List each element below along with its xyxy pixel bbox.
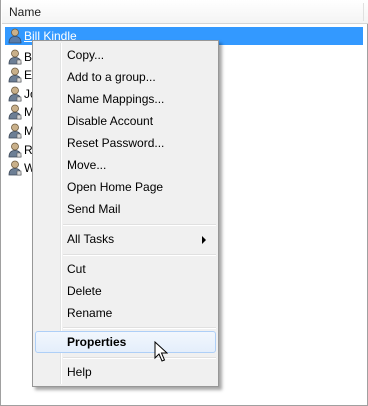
list-item-label: E xyxy=(24,68,33,82)
user-icon xyxy=(8,49,22,65)
menu-separator xyxy=(63,357,216,359)
menu-separator xyxy=(63,327,216,329)
menu-item-all-tasks[interactable]: All Tasks xyxy=(35,228,216,250)
chevron-right-icon xyxy=(202,236,206,244)
mouse-pointer-icon xyxy=(154,341,168,362)
menu-item-add-to-group[interactable]: Add to a group... xyxy=(35,66,216,88)
user-icon xyxy=(8,28,22,44)
menu-item-reset-password[interactable]: Reset Password... xyxy=(35,132,216,154)
menu-item-rename[interactable]: Rename xyxy=(35,302,216,324)
user-icon xyxy=(8,142,22,158)
column-header-name[interactable]: Name xyxy=(2,0,368,24)
context-menu: Copy... Add to a group... Name Mappings.… xyxy=(32,40,219,387)
user-icon xyxy=(8,67,22,83)
menu-separator xyxy=(63,224,216,226)
list-item-label: B xyxy=(24,50,33,64)
user-icon xyxy=(8,123,22,139)
column-divider[interactable] xyxy=(363,3,364,21)
menu-item-move[interactable]: Move... xyxy=(35,154,216,176)
users-list-pane: Name Bill Kindle B E Jo M M R W Copy... … xyxy=(0,0,368,406)
menu-item-all-tasks-label: All Tasks xyxy=(67,232,115,246)
menu-item-open-home-page[interactable]: Open Home Page xyxy=(35,176,216,198)
column-header-label: Name xyxy=(9,5,42,19)
user-icon xyxy=(8,86,22,102)
menu-separator xyxy=(63,254,216,256)
user-icon xyxy=(8,160,22,176)
menu-item-disable-account[interactable]: Disable Account xyxy=(35,110,216,132)
menu-item-properties[interactable]: Properties xyxy=(35,331,216,353)
menu-item-name-mappings[interactable]: Name Mappings... xyxy=(35,88,216,110)
menu-item-help[interactable]: Help xyxy=(35,361,216,383)
menu-item-copy[interactable]: Copy... xyxy=(35,44,216,66)
menu-item-cut[interactable]: Cut xyxy=(35,258,216,280)
menu-item-send-mail[interactable]: Send Mail xyxy=(35,198,216,220)
user-icon xyxy=(8,104,22,120)
menu-item-delete[interactable]: Delete xyxy=(35,280,216,302)
